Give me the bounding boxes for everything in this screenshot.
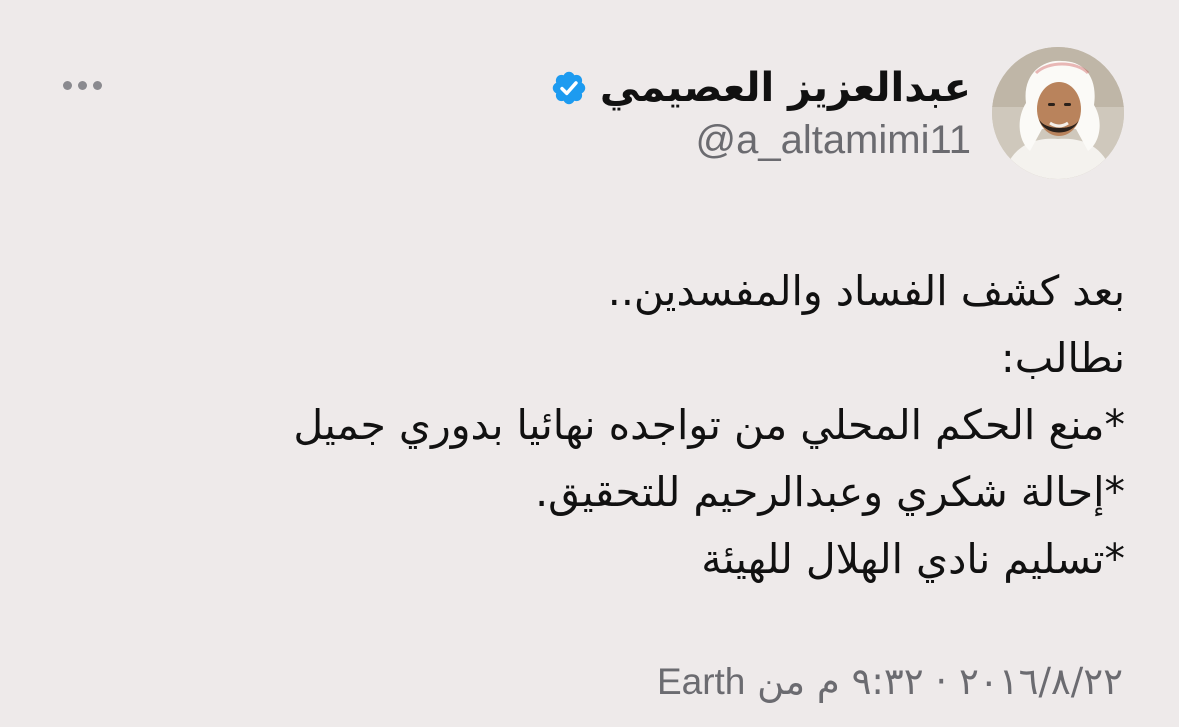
profile-photo-icon bbox=[992, 47, 1124, 179]
tweet-card: عبدالعزيز العصيمي @a_altamimi11 بعد كشف … bbox=[0, 0, 1179, 727]
tweet-line: نطالب: bbox=[1000, 334, 1125, 382]
more-dot bbox=[77, 80, 87, 90]
tweet-line: *منع الحكم المحلي من تواجده نهائيا بدوري… bbox=[293, 401, 1125, 449]
user-handle[interactable]: @a_altamimi11 bbox=[695, 118, 971, 163]
display-name[interactable]: عبدالعزيز العصيمي bbox=[600, 65, 971, 111]
tweet-metadata: ٢٠١٦/٨/٢٢ · ٩:٣٢ م من Earth bbox=[657, 660, 1123, 703]
tweet-text: بعد كشف الفساد والمفسدين.. نطالب: *منع ا… bbox=[105, 258, 1125, 593]
avatar[interactable] bbox=[992, 47, 1124, 179]
more-dot bbox=[92, 80, 102, 90]
tweet-line: *تسليم نادي الهلال للهيئة bbox=[701, 535, 1125, 583]
from-label: من bbox=[757, 660, 806, 703]
more-options-button[interactable] bbox=[58, 70, 106, 100]
more-dot bbox=[62, 80, 72, 90]
meta-separator: · bbox=[935, 660, 948, 703]
tweet-date[interactable]: ٢٠١٦/٨/٢٢ bbox=[959, 660, 1123, 703]
tweet-time[interactable]: ٩:٣٢ م bbox=[817, 660, 924, 703]
tweet-line: *إحالة شكري وعبدالرحيم للتحقيق. bbox=[535, 468, 1125, 516]
tweet-line: بعد كشف الفساد والمفسدين.. bbox=[607, 267, 1125, 315]
verified-badge-icon bbox=[552, 71, 586, 105]
user-name-row[interactable]: عبدالعزيز العصيمي bbox=[550, 60, 971, 116]
tweet-source[interactable]: Earth bbox=[657, 661, 745, 702]
